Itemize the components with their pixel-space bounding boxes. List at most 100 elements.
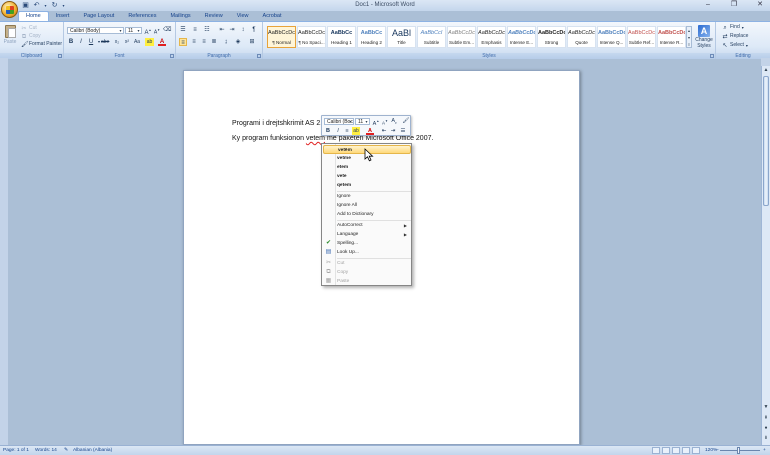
style-no-spacing[interactable]: AaBbCcDc ¶ No Spaci... xyxy=(297,26,326,48)
office-button[interactable] xyxy=(1,1,18,18)
scrollbar-thumb[interactable] xyxy=(763,76,769,206)
undo-icon[interactable]: ↶ xyxy=(32,1,41,10)
copy-item[interactable]: ⧉ Copy xyxy=(323,268,411,277)
style-subtle-emphasis[interactable]: AaBbCcDc Subtle Em... xyxy=(447,26,476,48)
ignore-item[interactable]: Ignore xyxy=(323,192,411,201)
mini-decrease-indent-icon[interactable]: ⇤ xyxy=(380,127,388,135)
tab-page-layout[interactable]: Page Layout xyxy=(76,11,121,21)
paste-button[interactable]: Paste xyxy=(3,25,17,49)
font-color-icon[interactable]: A xyxy=(158,38,166,46)
numbering-icon[interactable]: ≡ xyxy=(191,26,199,34)
select-button[interactable]: ↖ Select ▾ xyxy=(722,42,747,49)
mini-highlight-icon[interactable]: ab xyxy=(352,127,360,135)
vertical-scrollbar[interactable]: ▲ ▼ ⇞ ● ⇟ xyxy=(761,58,770,445)
italic-button[interactable]: I xyxy=(77,38,85,46)
chevron-down-icon[interactable]: ▾ xyxy=(687,34,691,41)
align-right-icon[interactable]: ≡ xyxy=(200,38,208,46)
styles-icon[interactable]: A▾ xyxy=(390,117,398,125)
previous-page-icon[interactable]: ⇞ xyxy=(762,414,770,422)
mini-font-color-icon[interactable]: A xyxy=(366,127,374,135)
tab-insert[interactable]: Insert xyxy=(49,11,77,21)
style-intense-reference[interactable]: AaBbCcDc Intense R... xyxy=(657,26,686,48)
document-line-2[interactable]: Ky program funksionon vetem me paketen M… xyxy=(232,135,433,142)
copy-button[interactable]: ⧉ Copy xyxy=(21,33,41,40)
zoom-slider-thumb[interactable] xyxy=(737,447,740,454)
dialog-launcher-icon[interactable] xyxy=(257,54,261,58)
line-spacing-icon[interactable]: ↨ xyxy=(222,38,230,46)
view-ruler-icon[interactable] xyxy=(761,58,770,66)
bold-button[interactable]: B xyxy=(67,38,75,46)
shrink-font-icon[interactable]: A▼ xyxy=(381,117,389,126)
save-icon[interactable]: ▣ xyxy=(21,1,30,10)
tab-review[interactable]: Review xyxy=(198,11,230,21)
change-styles-button[interactable]: A Change Styles xyxy=(693,25,715,51)
strikethrough-button[interactable]: abe xyxy=(101,38,109,46)
change-case-button[interactable]: Aa xyxy=(133,38,141,46)
spelling-item[interactable]: ✔ Spelling... xyxy=(323,239,411,248)
style-strong[interactable]: AaBbCcDc Strong xyxy=(537,26,566,48)
scroll-down-icon[interactable]: ▼ xyxy=(762,403,770,411)
cut-button[interactable]: ✂ Cut xyxy=(21,25,36,32)
mini-increase-indent-icon[interactable]: ⇥ xyxy=(389,127,397,135)
proofing-status-icon[interactable]: ✎ xyxy=(64,446,68,455)
tab-mailings[interactable]: Mailings xyxy=(163,11,197,21)
shading-icon[interactable]: ◈ xyxy=(234,38,242,46)
ignore-all-item[interactable]: Ignore All xyxy=(323,201,411,210)
mini-bold-icon[interactable]: B xyxy=(324,127,332,135)
full-screen-reading-view-icon[interactable] xyxy=(662,447,670,454)
next-page-icon[interactable]: ⇟ xyxy=(762,434,770,442)
tab-references[interactable]: References xyxy=(121,11,163,21)
maximize-icon[interactable]: ❐ xyxy=(728,0,740,10)
browse-object-icon[interactable]: ● xyxy=(762,424,770,432)
style-intense-emphasis[interactable]: AaBbCcDc Intense E... xyxy=(507,26,536,48)
page-count[interactable]: Page: 1 of 1 xyxy=(3,446,29,455)
show-formatting-button[interactable]: ¶ xyxy=(250,26,258,34)
add-to-dictionary-item[interactable]: Add to Dictionary xyxy=(323,210,411,219)
redo-icon[interactable]: ↻ xyxy=(50,1,59,10)
look-up-item[interactable]: ▤ Look Up... xyxy=(323,248,411,257)
format-painter-icon[interactable]: 🖌 xyxy=(402,117,410,125)
superscript-button[interactable]: x² xyxy=(123,38,131,46)
suggestion-item[interactable]: vete xyxy=(323,172,411,181)
style-subtle-reference[interactable]: AaBbCcDc Subtle Ref... xyxy=(627,26,656,48)
mini-italic-icon[interactable]: I xyxy=(334,127,342,135)
mini-font-name-combo[interactable]: Calibri (Boc ▾ xyxy=(324,118,354,125)
undo-dropdown-icon[interactable]: ▾ xyxy=(43,1,48,10)
tab-acrobat[interactable]: Acrobat xyxy=(256,11,289,21)
grow-font-button[interactable]: A▲ xyxy=(144,26,152,36)
dialog-launcher-icon[interactable] xyxy=(710,54,714,58)
highlight-icon[interactable]: ab xyxy=(145,38,154,46)
customize-icon[interactable]: ▾ xyxy=(61,1,66,10)
mini-center-icon[interactable]: ≡ xyxy=(343,127,351,135)
increase-indent-icon[interactable]: ⇥ xyxy=(228,26,236,34)
justify-icon[interactable]: ≣ xyxy=(210,38,218,46)
print-layout-view-icon[interactable] xyxy=(652,447,660,454)
decrease-indent-icon[interactable]: ⇤ xyxy=(218,26,226,34)
minimize-icon[interactable]: – xyxy=(702,0,714,10)
scroll-up-icon[interactable]: ▲ xyxy=(762,66,770,74)
style-intense-quote[interactable]: AaBbCcDc Intense Q... xyxy=(597,26,626,48)
suggestion-item[interactable]: qetem xyxy=(323,181,411,190)
tab-home[interactable]: Home xyxy=(18,11,49,21)
style-heading-1[interactable]: AaBbCc Heading 1 xyxy=(327,26,356,48)
style-subtitle[interactable]: AaBbCcI Subtitle xyxy=(417,26,446,48)
sort-icon[interactable]: ↕ xyxy=(239,26,247,34)
word-count[interactable]: Words: 14 xyxy=(35,446,57,455)
draft-view-icon[interactable] xyxy=(692,447,700,454)
mini-bullets-icon[interactable]: ☰ xyxy=(399,127,407,135)
cut-item[interactable]: ✂ Cut xyxy=(323,259,411,268)
paste-item[interactable]: ▦ Paste xyxy=(323,277,411,286)
close-icon[interactable]: ✕ xyxy=(754,0,766,10)
clear-formatting-icon[interactable]: ⌫ xyxy=(163,26,171,34)
bullets-icon[interactable]: ☰ xyxy=(179,26,187,34)
suggestion-item[interactable]: etem xyxy=(323,163,411,172)
tab-view[interactable]: View xyxy=(230,11,256,21)
font-size-combo[interactable]: 11 ▾ xyxy=(125,27,142,34)
dialog-launcher-icon[interactable] xyxy=(170,54,174,58)
language-status[interactable]: Albanian (Albania) xyxy=(73,446,112,455)
align-center-icon[interactable]: ≡ xyxy=(190,38,198,46)
multilevel-list-icon[interactable]: ☷ xyxy=(203,26,211,34)
mini-font-size-combo[interactable]: 11 ▾ xyxy=(355,118,370,125)
underline-button[interactable]: U xyxy=(87,38,95,46)
web-layout-view-icon[interactable] xyxy=(672,447,680,454)
